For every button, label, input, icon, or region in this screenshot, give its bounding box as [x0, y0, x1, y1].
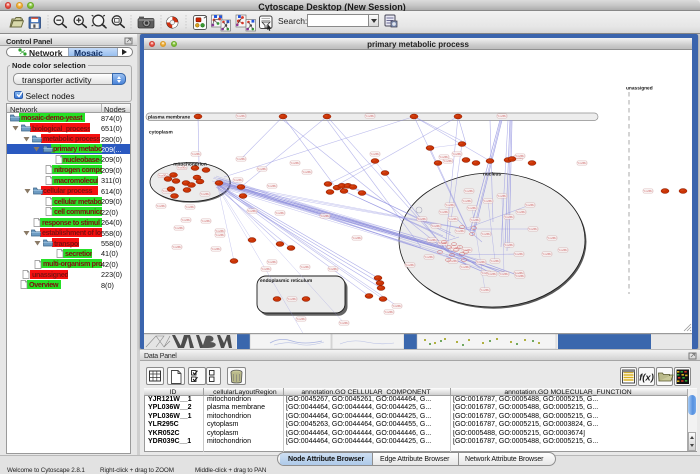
svg-text:Yxx00c: Yxx00c — [483, 200, 492, 203]
svg-text:Yxx00c: Yxx00c — [643, 190, 652, 193]
svg-text:Yxx00c: Yxx00c — [261, 268, 270, 271]
svg-text:cytoplasm: cytoplasm — [149, 129, 173, 135]
svg-text:Yxx00c: Yxx00c — [320, 215, 329, 218]
svg-text:Yxx00c: Yxx00c — [247, 210, 256, 213]
svg-text:Yxx00c: Yxx00c — [352, 237, 361, 240]
svg-text:Yxx00c: Yxx00c — [516, 211, 525, 214]
svg-text:Yxx00c: Yxx00c — [185, 206, 194, 209]
svg-text:Yxx00c: Yxx00c — [287, 298, 296, 301]
svg-text:Yxx00c: Yxx00c — [275, 212, 284, 215]
svg-text:Yxx00c: Yxx00c — [448, 218, 457, 221]
svg-text:Yxx00c: Yxx00c — [236, 115, 245, 118]
svg-text:Yxx00c: Yxx00c — [443, 160, 452, 163]
svg-text:Yxx00c: Yxx00c — [236, 158, 245, 161]
svg-text:Yxx00c: Yxx00c — [417, 218, 426, 221]
svg-text:Yxx00c: Yxx00c — [528, 228, 537, 231]
svg-text:Yxx00c: Yxx00c — [181, 219, 190, 222]
svg-text:mitochondrion: mitochondrion — [173, 161, 207, 167]
svg-text:Yxx00c: Yxx00c — [365, 115, 374, 118]
svg-text:f(x): f(x) — [639, 373, 654, 384]
svg-text:Yxx00c: Yxx00c — [497, 195, 506, 198]
svg-text:Yxx00c: Yxx00c — [460, 266, 469, 269]
svg-text:Yxx00c: Yxx00c — [191, 153, 200, 156]
svg-text:Yxx00c: Yxx00c — [300, 266, 309, 269]
svg-text:Yxx00c: Yxx00c — [302, 171, 311, 174]
svg-text:Yxx00c: Yxx00c — [267, 261, 276, 264]
svg-text:Yxx00c: Yxx00c — [462, 200, 471, 203]
svg-text:Yxx00c: Yxx00c — [448, 260, 457, 263]
svg-text:Yxx00c: Yxx00c — [445, 204, 454, 207]
svg-text:Yxx00c: Yxx00c — [215, 234, 224, 237]
svg-text:Yxx00c: Yxx00c — [504, 216, 513, 219]
svg-text:Yxx00c: Yxx00c — [481, 233, 490, 236]
svg-text:Yxx00c: Yxx00c — [497, 115, 506, 118]
svg-text:Yxx00c: Yxx00c — [467, 207, 476, 210]
svg-text:Yxx00c: Yxx00c — [514, 253, 523, 256]
svg-text:Yxx00c: Yxx00c — [296, 318, 305, 321]
svg-text:Yxx00c: Yxx00c — [542, 253, 551, 256]
svg-text:Yxx00c: Yxx00c — [487, 273, 496, 276]
svg-text:Yxx00c: Yxx00c — [405, 264, 414, 267]
svg-text:Yxx00c: Yxx00c — [476, 261, 485, 264]
svg-text:unassigned: unassigned — [626, 85, 653, 91]
svg-text:Yxx00c: Yxx00c — [339, 322, 348, 325]
svg-text:Yxx00c: Yxx00c — [455, 230, 464, 233]
svg-text:Yxx00c: Yxx00c — [515, 275, 524, 278]
svg-text:Yxx00c: Yxx00c — [392, 305, 401, 308]
svg-text:Yxx00c: Yxx00c — [267, 185, 276, 188]
svg-text:Yxx00c: Yxx00c — [290, 162, 299, 165]
svg-text:Yxx00c: Yxx00c — [233, 179, 242, 182]
svg-text:Yxx00c: Yxx00c — [424, 256, 433, 259]
svg-text:Yxx00c: Yxx00c — [174, 227, 183, 230]
svg-text:Yxx00c: Yxx00c — [172, 246, 181, 249]
svg-text:Yxx00c: Yxx00c — [577, 162, 586, 165]
svg-text:Yxx00c: Yxx00c — [439, 211, 448, 214]
svg-text:Yxx00c: Yxx00c — [200, 193, 209, 196]
svg-text:Yxx00c: Yxx00c — [490, 260, 499, 263]
svg-text:Yxx00c: Yxx00c — [504, 244, 513, 247]
svg-text:Yxx00c: Yxx00c — [156, 205, 165, 208]
svg-text:Yxx00c: Yxx00c — [547, 237, 556, 240]
svg-text:Yxx00c: Yxx00c — [452, 153, 461, 156]
svg-text:Yxx00c: Yxx00c — [215, 230, 224, 233]
svg-text:nucleus: nucleus — [483, 171, 501, 177]
svg-text:Yxx00c: Yxx00c — [257, 168, 266, 171]
svg-text:endoplasmic reticulum: endoplasmic reticulum — [260, 278, 312, 284]
svg-text:Yxx00c: Yxx00c — [370, 153, 379, 156]
svg-text:Yxx00c: Yxx00c — [211, 248, 220, 251]
svg-text:Yxx00c: Yxx00c — [499, 273, 508, 276]
svg-text:Yxx00c: Yxx00c — [328, 268, 337, 271]
svg-text:Yxx00c: Yxx00c — [470, 219, 479, 222]
svg-text:Yxx00c: Yxx00c — [515, 155, 524, 158]
svg-text:Yxx00c: Yxx00c — [384, 311, 393, 314]
svg-text:Yxx00c: Yxx00c — [558, 249, 567, 252]
svg-text:Yxx00c: Yxx00c — [201, 220, 210, 223]
svg-text:Yxx00c: Yxx00c — [431, 225, 440, 228]
svg-text:Yxx00c: Yxx00c — [525, 204, 534, 207]
svg-text:Yxx00c: Yxx00c — [427, 239, 436, 242]
svg-text:Yxx00c: Yxx00c — [464, 190, 473, 193]
svg-text:plasma membrane: plasma membrane — [148, 114, 190, 120]
svg-text:Yxx00c: Yxx00c — [439, 156, 448, 159]
svg-text:Yxx00c: Yxx00c — [480, 289, 489, 292]
